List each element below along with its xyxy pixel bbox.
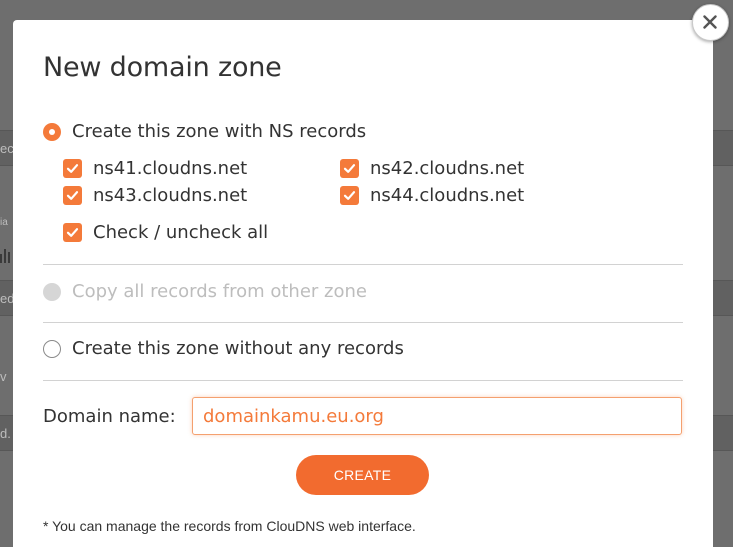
ns43-label: ns43.cloudns.net	[93, 185, 248, 206]
checkbox-item-ns41[interactable]: ns41.cloudns.net	[63, 158, 247, 179]
checkbox-ns43[interactable]	[63, 186, 82, 205]
footnote-text: * You can manage the records from ClouDN…	[43, 518, 416, 534]
option-without-records-label: Create this zone without any records	[72, 338, 404, 359]
divider	[43, 380, 683, 381]
checkbox-ns41[interactable]	[63, 159, 82, 178]
option-with-ns-records[interactable]: Create this zone with NS records	[43, 121, 366, 142]
radio-copy-records	[43, 282, 61, 301]
domain-name-label: Domain name:	[43, 406, 176, 427]
checkbox-check-all[interactable]	[63, 223, 82, 242]
ns44-label: ns44.cloudns.net	[370, 185, 525, 206]
checkbox-item-ns43[interactable]: ns43.cloudns.net	[63, 185, 247, 206]
background-text: ec	[0, 141, 14, 156]
checkbox-item-check-all[interactable]: Check / uncheck all	[63, 222, 268, 243]
check-all-label: Check / uncheck all	[93, 222, 269, 243]
close-icon	[703, 15, 717, 29]
checkbox-ns44[interactable]	[340, 186, 359, 205]
option-copy-records-label: Copy all records from other zone	[72, 281, 367, 302]
background-chart-icon	[0, 249, 12, 263]
option-with-ns-records-label: Create this zone with NS records	[72, 121, 367, 142]
domain-name-input[interactable]	[192, 397, 682, 435]
new-zone-dialog: New domain zone Create this zone with NS…	[13, 20, 713, 547]
background-text: v	[0, 369, 7, 384]
close-button[interactable]	[692, 4, 729, 41]
option-copy-records: Copy all records from other zone	[43, 281, 367, 302]
radio-without-records[interactable]	[43, 339, 61, 358]
create-button[interactable]: CREATE	[296, 455, 429, 495]
checkbox-item-ns44[interactable]: ns44.cloudns.net	[340, 185, 524, 206]
checkbox-ns42[interactable]	[340, 159, 359, 178]
ns42-label: ns42.cloudns.net	[370, 158, 525, 179]
divider	[43, 322, 683, 323]
background-text: d.	[0, 426, 11, 441]
option-without-records[interactable]: Create this zone without any records	[43, 338, 404, 359]
ns41-label: ns41.cloudns.net	[93, 158, 248, 179]
background-text: ia	[0, 217, 8, 228]
checkbox-item-ns42[interactable]: ns42.cloudns.net	[340, 158, 524, 179]
dialog-title: New domain zone	[43, 52, 282, 83]
radio-with-ns-records[interactable]	[43, 122, 61, 141]
divider	[43, 264, 683, 265]
